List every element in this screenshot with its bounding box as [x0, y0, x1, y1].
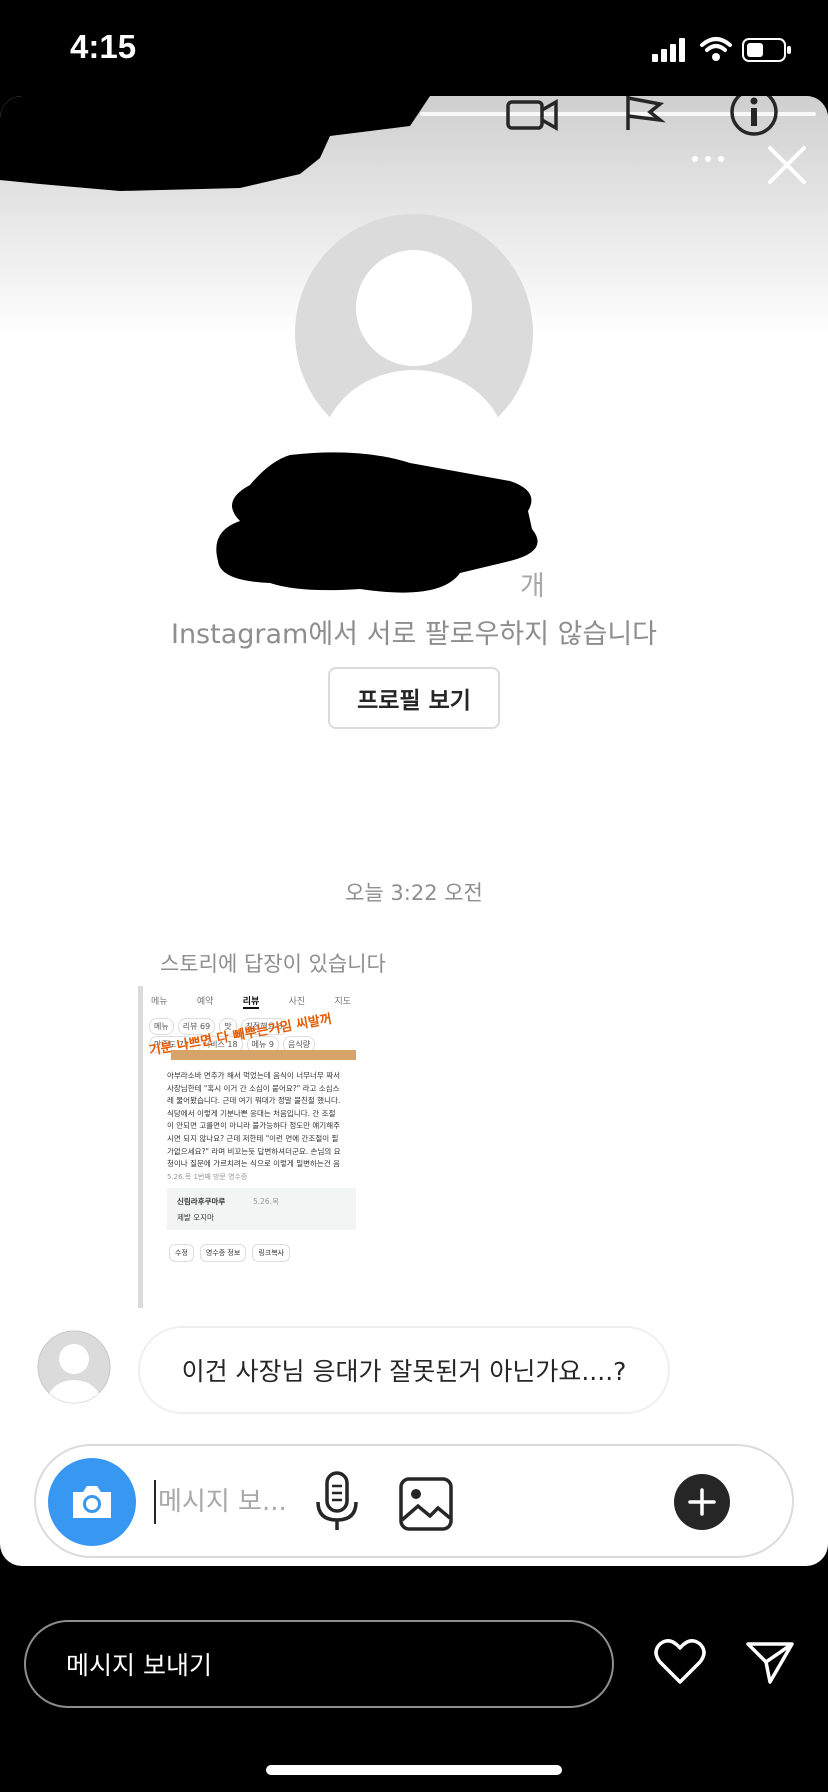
review-tab-active: 리뷰 [242, 994, 260, 1009]
message-composer [34, 1444, 794, 1558]
message-input[interactable] [154, 1480, 314, 1524]
status-time: 4:15 [70, 28, 137, 65]
review-line: 시면 되지 않나요? 근데 저한테 "이런 면에 간조절이 필 [167, 1133, 339, 1143]
status-bar: 4:15 [0, 0, 828, 96]
story-card: 개 Instagram에서 서로 팔로우하지 않습니다 프로필 보기 오늘 3:… [0, 96, 828, 1566]
flag-icon [626, 96, 666, 130]
message-timestamp: 오늘 3:22 오전 [345, 881, 483, 905]
review-line: 사장님한테 "혹시 이거 간 소심이 붙어요?" 라고 소심스 [167, 1083, 340, 1093]
owner-reply-text: 제발 오지마 [177, 1213, 214, 1222]
profile-avatar [295, 214, 533, 452]
camera-icon [73, 1486, 111, 1518]
story-reply-label: 스토리에 답장이 있습니다 [160, 952, 386, 976]
battery-icon [742, 38, 791, 62]
close-icon[interactable] [764, 142, 810, 188]
review-line: 청이나 질문에 가르치려는 식으로 이렇게 밀변하는건 음 [167, 1159, 341, 1169]
plus-button[interactable] [674, 1474, 730, 1530]
redaction-scribble-name [216, 452, 538, 593]
mic-icon[interactable] [312, 1470, 362, 1534]
plus-icon [688, 1488, 716, 1516]
review-line: 가없으세요?" 라며 비꼬는듯 답변하셔더군요. 손님의 요 [167, 1146, 341, 1156]
review-line: 레 물어봤습니다. 근데 여기 뭐대가 정말 불친절 했니다. [167, 1096, 341, 1106]
review-chip: 메뉴 [149, 1018, 174, 1035]
review-line: 이 안되면 고를면이 아니라 불가능하다 정도만 얘기해주 [167, 1121, 341, 1131]
owner-reply-name: 신림라후쿠마루 [177, 1197, 226, 1206]
redaction-scribble [0, 96, 430, 191]
wifi-icon [700, 37, 732, 61]
owner-reply-date: 5.26.목 [253, 1197, 279, 1206]
review-actions: 수정 영수증 정보 링크복사 [169, 1244, 291, 1262]
review-action: 영수증 정보 [199, 1244, 247, 1262]
review-tab: 사진 [288, 997, 306, 1007]
signal-icon [652, 38, 685, 62]
follow-status-text: Instagram에서 서로 팔로우하지 않습니다 [170, 619, 658, 650]
food-photo-strip [171, 1050, 356, 1060]
review-body: 아부라소바 면추가 해서 먹었는데 음식이 너무너무 짜서 사장님한테 "혹시 … [167, 1070, 356, 1171]
more-icon[interactable] [690, 151, 726, 167]
review-action: 수정 [169, 1244, 194, 1262]
camera-button[interactable] [48, 1458, 136, 1546]
message-bubble[interactable]: 이건 사장님 응대가 잘못된거 아닌가요....? [138, 1326, 670, 1414]
info-icon [730, 96, 778, 136]
review-tabs: 메뉴 예약 리뷰 사진 지도 [151, 994, 351, 1009]
review-tab: 예약 [196, 997, 214, 1007]
review-tab: 메뉴 [151, 997, 168, 1007]
view-profile-button[interactable]: 프로필 보기 [328, 667, 500, 729]
review-action: 링크복사 [252, 1244, 291, 1262]
review-meta: 5.26.목 1번째 방문 영수증 [167, 1173, 248, 1181]
review-line: 아부라소바 면추가 해서 먹었는데 음식이 너무너무 짜서 [167, 1071, 341, 1080]
home-indicator[interactable] [266, 1765, 562, 1775]
follow-meta-fragment: 개 [520, 571, 545, 602]
sender-avatar[interactable] [37, 1330, 111, 1404]
gallery-icon[interactable] [398, 1476, 454, 1532]
heart-icon[interactable] [654, 1638, 706, 1686]
send-icon[interactable] [744, 1638, 796, 1686]
story-reply-input[interactable]: 메시지 보내기 [24, 1620, 614, 1708]
owner-reply-box: 신림라후쿠마루 5.26.목 제발 오지마 [167, 1188, 356, 1230]
video-icon [506, 98, 558, 132]
story-reply-thumbnail[interactable]: 메뉴 예약 리뷰 사진 지도 메뉴 리뷰 69 맛 친절해요 8 만족도 75 … [138, 986, 356, 1308]
review-line: 식당에서 이렇게 기분나쁜 응대는 처음입니다. 간 조절 [167, 1108, 336, 1118]
